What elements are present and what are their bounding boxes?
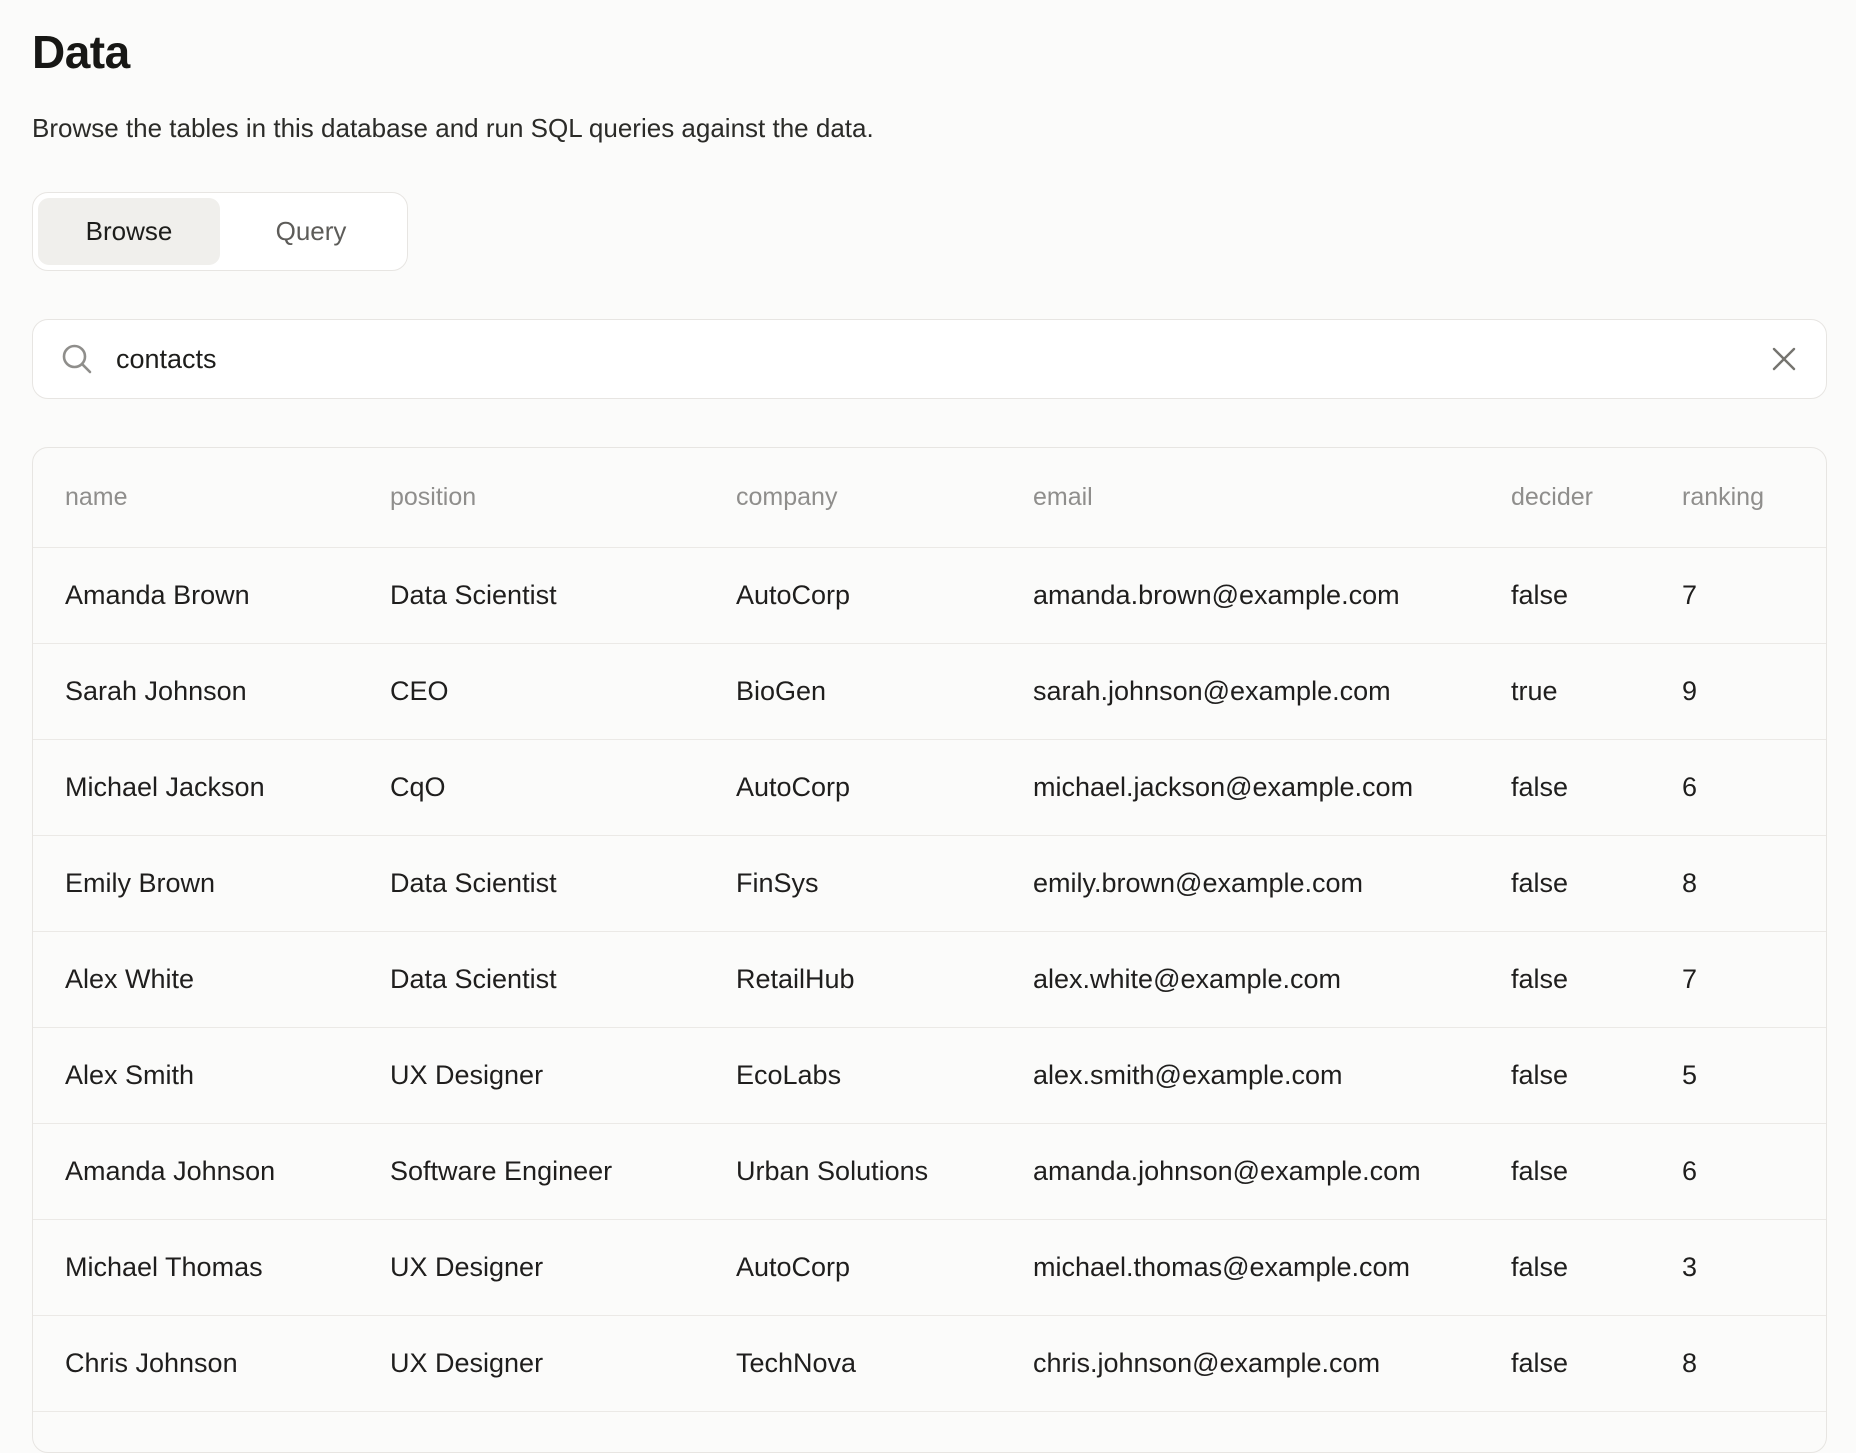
page-title: Data [32,26,1827,79]
table-cell: Chris Johnson [65,1348,390,1379]
table-row[interactable]: Alex WhiteData ScientistRetailHubalex.wh… [33,932,1826,1028]
column-header-ranking: ranking [1682,483,1826,512]
table-cell: Alex Smith [65,1060,390,1091]
page-subtitle: Browse the tables in this database and r… [32,113,1827,144]
table-cell: false [1511,1060,1682,1091]
tab-group: Browse Query [32,192,408,271]
table-cell: 9 [1682,676,1826,707]
table-cell: CEO [390,676,736,707]
table-cell: FinSys [736,868,1033,899]
search-bar [32,319,1827,399]
table-cell: amanda.johnson@example.com [1033,1156,1511,1187]
column-header-email: email [1033,483,1511,512]
table-cell: BioGen [736,676,1033,707]
table-cell: Alex White [65,964,390,995]
table-cell: UX Designer [390,1060,736,1091]
table-cell: Urban Solutions [736,1156,1033,1187]
table-cell: false [1511,1348,1682,1379]
table-cell: 3 [1682,1252,1826,1283]
table-cell: true [1511,676,1682,707]
table-row[interactable]: Michael JacksonCqOAutoCorpmichael.jackso… [33,740,1826,836]
table-cell: Data Scientist [390,964,736,995]
table-cell: false [1511,772,1682,803]
table-tail-spacer [33,1412,1826,1452]
table-cell: UX Designer [390,1252,736,1283]
table-cell: TechNova [736,1348,1033,1379]
table-cell: 8 [1682,868,1826,899]
table-row[interactable]: Michael ThomasUX DesignerAutoCorpmichael… [33,1220,1826,1316]
table-cell: 6 [1682,1156,1826,1187]
table-body: Amanda BrownData ScientistAutoCorpamanda… [33,548,1826,1412]
table-cell: amanda.brown@example.com [1033,580,1511,611]
table-header-row: namepositioncompanyemaildeciderranking [33,448,1826,548]
data-table: namepositioncompanyemaildeciderranking A… [32,447,1827,1453]
table-cell: Sarah Johnson [65,676,390,707]
table-cell: Data Scientist [390,868,736,899]
column-header-position: position [390,483,736,512]
table-row[interactable]: Chris JohnsonUX DesignerTechNovachris.jo… [33,1316,1826,1412]
search-icon [60,342,94,376]
table-cell: CqO [390,772,736,803]
table-cell: Amanda Johnson [65,1156,390,1187]
tab-query[interactable]: Query [220,198,402,265]
table-cell: AutoCorp [736,772,1033,803]
table-cell: false [1511,868,1682,899]
table-cell: UX Designer [390,1348,736,1379]
page: Data Browse the tables in this database … [0,0,1856,1453]
table-cell: EcoLabs [736,1060,1033,1091]
table-row[interactable]: Amanda JohnsonSoftware EngineerUrban Sol… [33,1124,1826,1220]
table-cell: Michael Thomas [65,1252,390,1283]
table-cell: Data Scientist [390,580,736,611]
table-cell: AutoCorp [736,580,1033,611]
tab-browse[interactable]: Browse [38,198,220,265]
table-cell: michael.jackson@example.com [1033,772,1511,803]
table-cell: 7 [1682,964,1826,995]
table-cell: sarah.johnson@example.com [1033,676,1511,707]
table-cell: emily.brown@example.com [1033,868,1511,899]
table-cell: RetailHub [736,964,1033,995]
table-cell: 8 [1682,1348,1826,1379]
table-cell: alex.white@example.com [1033,964,1511,995]
table-cell: 7 [1682,580,1826,611]
table-cell: false [1511,580,1682,611]
table-cell: Amanda Brown [65,580,390,611]
table-cell: false [1511,1156,1682,1187]
table-cell: Emily Brown [65,868,390,899]
table-cell: chris.johnson@example.com [1033,1348,1511,1379]
clear-search-button[interactable] [1770,345,1798,373]
search-input[interactable] [116,344,1770,375]
table-row[interactable]: Amanda BrownData ScientistAutoCorpamanda… [33,548,1826,644]
column-header-decider: decider [1511,483,1682,512]
table-cell: alex.smith@example.com [1033,1060,1511,1091]
table-cell: AutoCorp [736,1252,1033,1283]
column-header-company: company [736,483,1033,512]
table-cell: false [1511,1252,1682,1283]
table-row[interactable]: Emily BrownData ScientistFinSysemily.bro… [33,836,1826,932]
table-cell: Michael Jackson [65,772,390,803]
table-cell: 6 [1682,772,1826,803]
table-cell: Software Engineer [390,1156,736,1187]
x-close-icon [1770,345,1798,373]
table-cell: 5 [1682,1060,1826,1091]
table-cell: michael.thomas@example.com [1033,1252,1511,1283]
table-row[interactable]: Alex SmithUX DesignerEcoLabsalex.smith@e… [33,1028,1826,1124]
table-cell: false [1511,964,1682,995]
column-header-name: name [65,483,390,512]
table-row[interactable]: Sarah JohnsonCEOBioGensarah.johnson@exam… [33,644,1826,740]
